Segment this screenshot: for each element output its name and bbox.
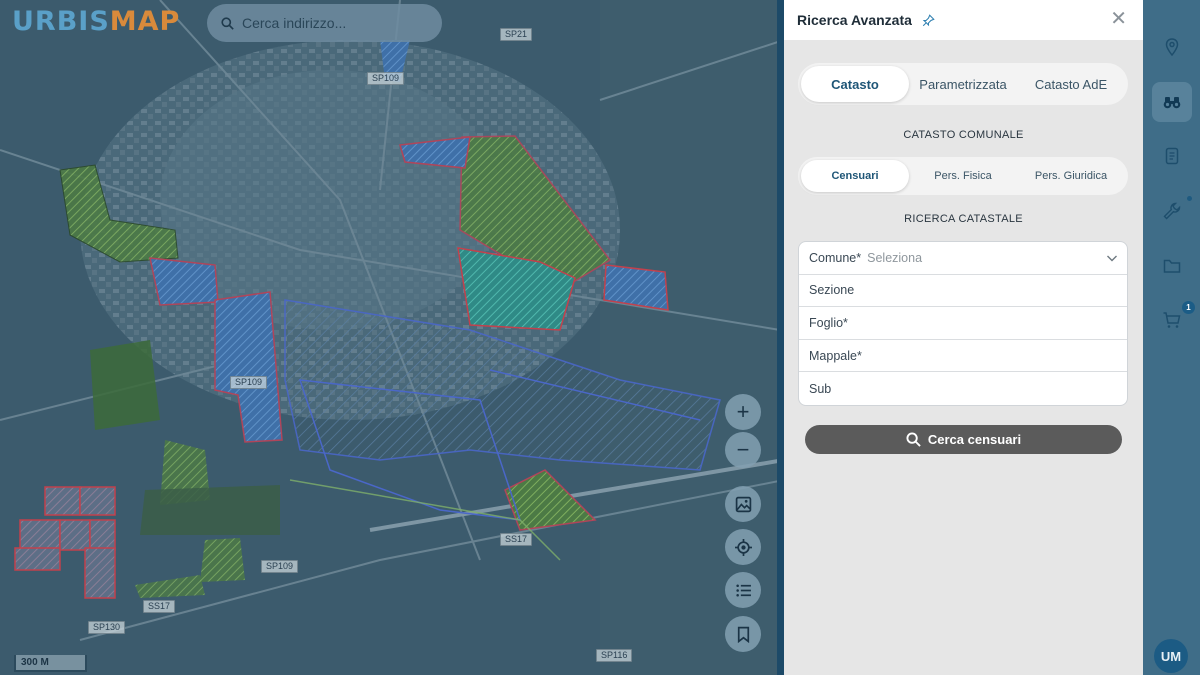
bookmark-button[interactable] xyxy=(725,616,761,652)
close-icon[interactable]: ✕ xyxy=(1110,9,1127,29)
search-icon xyxy=(221,16,234,30)
section-title-ricerca-catastale: RICERCA CATASTALE xyxy=(904,213,1023,225)
road-label: SS17 xyxy=(143,600,176,613)
road-label: SP130 xyxy=(88,621,126,634)
road-label: SP109 xyxy=(367,72,405,85)
sidebar-item-cart[interactable] xyxy=(1159,307,1184,332)
list-icon xyxy=(735,583,751,597)
mappale-field[interactable] xyxy=(809,348,1109,363)
tab-parametrizzata[interactable]: Parametrizzata xyxy=(909,66,1017,102)
pin-icon[interactable] xyxy=(922,13,935,27)
document-icon xyxy=(1165,147,1178,164)
app-logo: URBISMAP xyxy=(12,6,180,37)
address-search-input[interactable] xyxy=(242,15,432,31)
sub-row xyxy=(799,372,1127,405)
sidebar-item-documents[interactable] xyxy=(1159,143,1184,168)
chevron-down-icon xyxy=(1107,255,1117,262)
target-icon xyxy=(734,538,752,556)
tab-catasto-ade[interactable]: Catasto AdE xyxy=(1017,66,1125,102)
road-label: SP109 xyxy=(230,376,268,389)
subtab-pers-giuridica[interactable]: Pers. Giuridica xyxy=(1017,160,1125,192)
road-label: SS17 xyxy=(500,533,533,546)
road-label: SP21 xyxy=(500,28,533,41)
tools-notification-dot xyxy=(1187,196,1192,201)
foglio-field[interactable] xyxy=(809,315,1109,330)
cart-badge: 1 xyxy=(1182,301,1195,314)
mappale-row xyxy=(799,340,1127,373)
tab-catasto[interactable]: Catasto xyxy=(801,66,909,102)
sub-field[interactable] xyxy=(809,381,1109,396)
comune-label: Comune* xyxy=(809,250,862,265)
advanced-search-panel: Ricerca Avanzata ✕ Catasto Parametrizzat… xyxy=(784,0,1143,675)
cart-icon xyxy=(1163,311,1180,328)
folder-icon xyxy=(1163,259,1180,273)
minus-icon: − xyxy=(736,437,750,462)
map-panel-divider xyxy=(777,0,784,675)
subtab-pers-fisica[interactable]: Pers. Fisica xyxy=(909,160,1017,192)
zoom-in-button[interactable]: + xyxy=(725,394,761,430)
location-pin-icon xyxy=(1165,37,1178,56)
cadastral-search-form: Comune* Seleziona xyxy=(798,241,1128,406)
comune-value: Seleziona xyxy=(867,250,923,265)
comune-select[interactable]: Comune* Seleziona xyxy=(799,242,1127,275)
search-icon xyxy=(906,432,921,447)
zoom-out-button[interactable]: − xyxy=(725,432,761,468)
search-button-label: Cerca censuari xyxy=(927,432,1022,447)
basemap-button[interactable] xyxy=(725,486,761,522)
panel-header: Ricerca Avanzata ✕ xyxy=(784,0,1143,40)
sidebar-item-advanced-search[interactable] xyxy=(1159,89,1184,114)
sezione-field[interactable] xyxy=(809,283,1109,298)
map-canvas[interactable] xyxy=(0,0,784,675)
sidebar-item-tools[interactable] xyxy=(1159,198,1184,223)
map-view[interactable]: URBISMAP SP21 SP109 SP109 SP109 SS17 SS1… xyxy=(0,0,784,675)
road-label: SP116 xyxy=(596,649,633,662)
search-censuari-button[interactable]: Cerca censuari xyxy=(805,425,1122,454)
logo-text-map: MAP xyxy=(109,6,181,37)
sidebar-item-folders[interactable] xyxy=(1159,253,1184,278)
bookmark-icon xyxy=(737,626,749,643)
map-scale: 300 M xyxy=(14,655,87,672)
logo-text-urbis: URBIS xyxy=(12,6,110,37)
section-title-catasto-comunale: CATASTO COMUNALE xyxy=(903,129,1024,141)
locate-button[interactable] xyxy=(725,529,761,565)
panel-title: Ricerca Avanzata xyxy=(797,12,912,28)
binoculars-icon xyxy=(1163,96,1180,108)
foglio-row xyxy=(799,307,1127,340)
right-sidebar: 1 UM xyxy=(1143,0,1200,675)
user-avatar[interactable]: UM xyxy=(1154,639,1188,673)
plus-icon: + xyxy=(736,399,750,424)
wrench-icon xyxy=(1163,202,1180,219)
image-icon xyxy=(735,496,751,512)
address-search[interactable] xyxy=(207,4,442,42)
subtab-censuari[interactable]: Censuari xyxy=(801,160,909,192)
sezione-row xyxy=(799,275,1127,308)
legend-button[interactable] xyxy=(725,572,761,608)
road-label: SP109 xyxy=(261,560,299,573)
sidebar-item-location[interactable] xyxy=(1159,34,1184,59)
search-type-tabs: Catasto Parametrizzata Catasto AdE xyxy=(798,63,1128,105)
catasto-subtabs: Censuari Pers. Fisica Pers. Giuridica xyxy=(798,157,1128,195)
